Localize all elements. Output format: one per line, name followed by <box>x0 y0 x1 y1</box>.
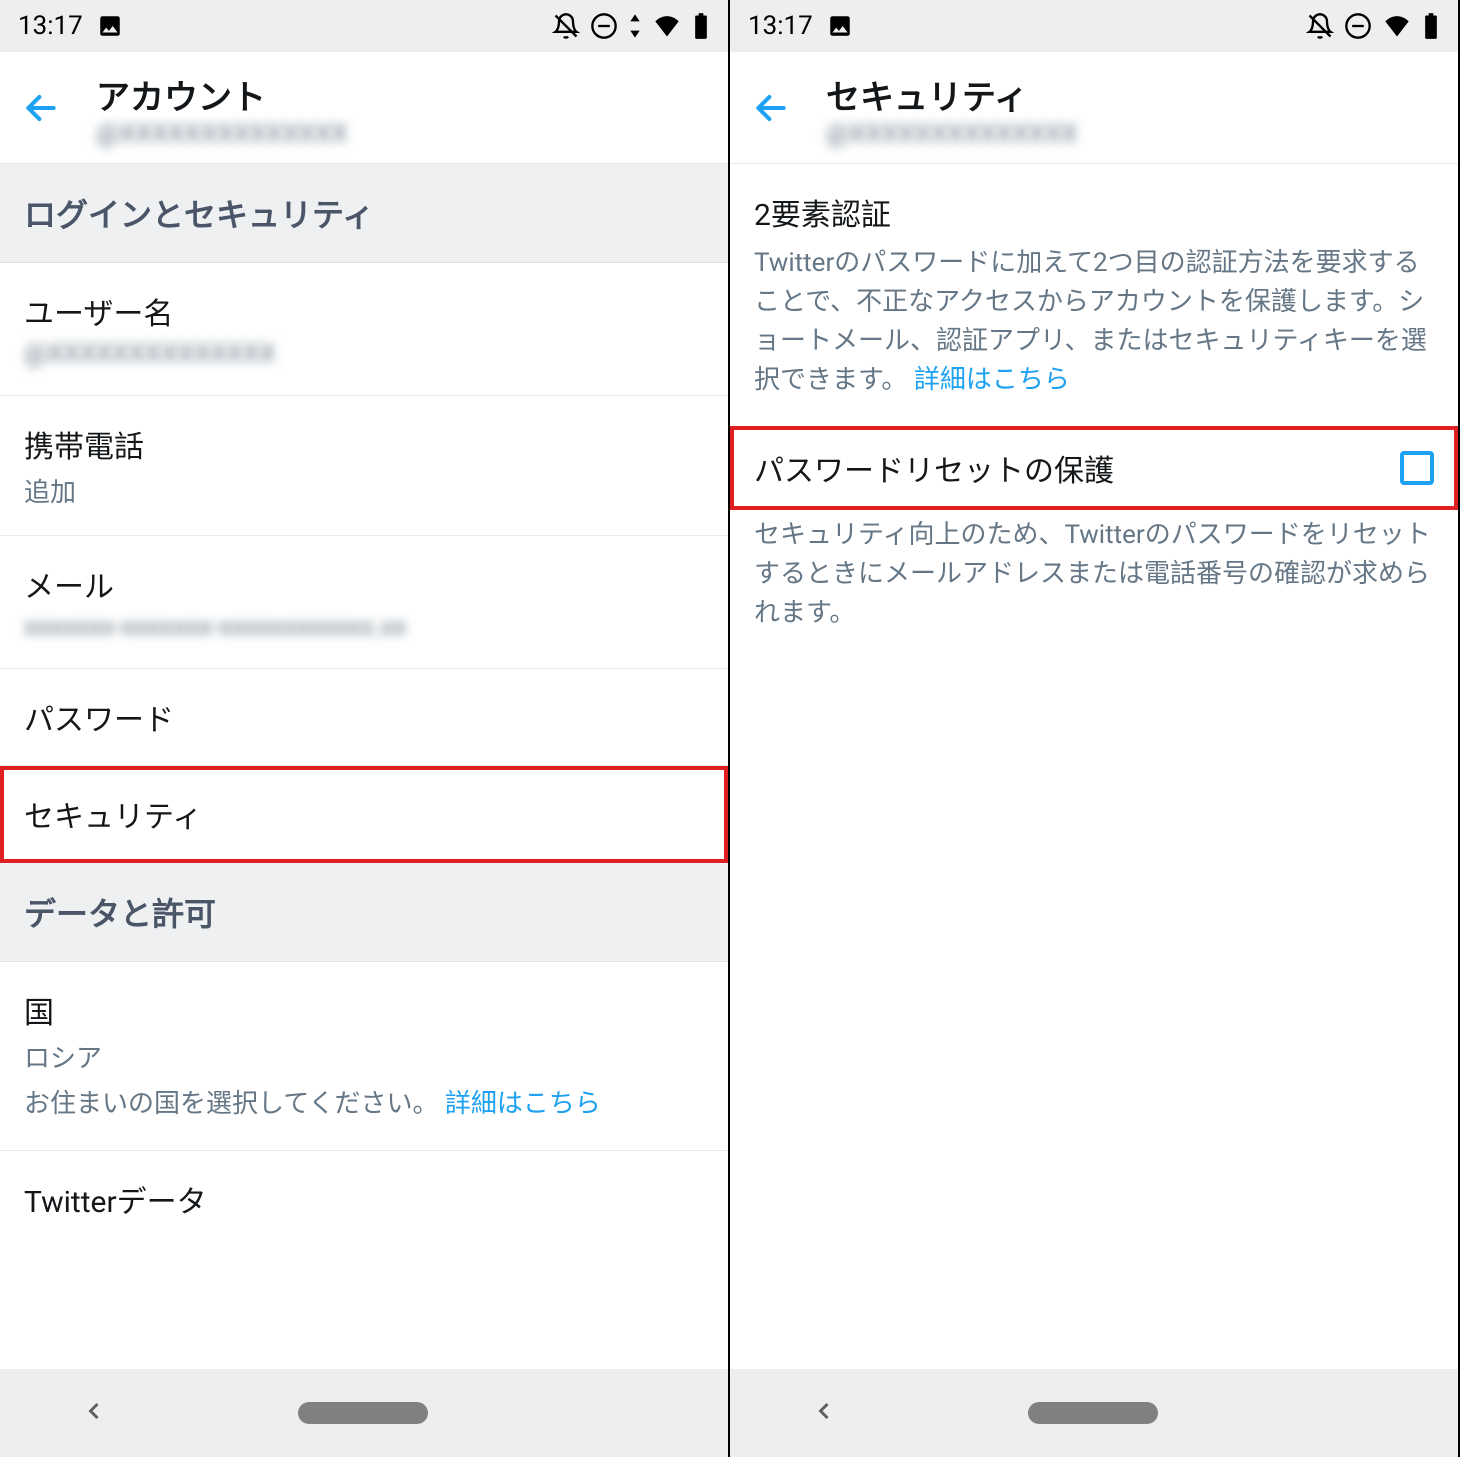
nav-home-pill[interactable] <box>1028 1402 1158 1424</box>
row-security[interactable]: セキュリティ <box>0 766 728 863</box>
back-button[interactable] <box>22 89 60 131</box>
row-country[interactable]: 国 ロシア お住まいの国を選択してください。 詳細はこちら <box>0 962 728 1151</box>
phone-security-screen: 13:17 セキュリティ @XXXXXXXXXXXXXX 2要素認証 Twitt… <box>730 0 1460 1457</box>
row-title: 携帯電話 <box>24 422 704 466</box>
row-phone[interactable]: 携帯電話 追加 <box>0 396 728 536</box>
battery-icon <box>692 12 710 40</box>
row-title: パスワード <box>24 695 704 739</box>
nav-back-button[interactable] <box>80 1397 108 1429</box>
app-header: アカウント @XXXXXXXXXXXXXX <box>0 52 728 164</box>
content-scroll: ログインとセキュリティ ユーザー名 @XXXXXXXXXXXXXX 携帯電話 追… <box>0 164 728 1457</box>
row-title: 国 <box>24 988 704 1032</box>
row-two-factor[interactable]: 2要素認証 Twitterのパスワードに加えて2つ目の認証方法を要求することで、… <box>730 164 1458 426</box>
battery-icon <box>1422 12 1440 40</box>
row-title: メール <box>24 562 704 606</box>
nav-back-button[interactable] <box>810 1397 838 1429</box>
row-title: 2要素認証 <box>754 190 1434 234</box>
image-icon <box>827 13 853 39</box>
status-time: 13:17 <box>18 11 83 41</box>
row-value: 追加 <box>24 472 704 509</box>
row-desc: お住まいの国を選択してください。 詳細はこちら <box>24 1085 704 1124</box>
account-handle: @XXXXXXXXXXXXXX <box>826 119 1078 149</box>
wifi-icon <box>1382 12 1412 40</box>
row-username[interactable]: ユーザー名 @XXXXXXXXXXXXXX <box>0 263 728 396</box>
content-scroll: 2要素認証 Twitterのパスワードに加えて2つ目の認証方法を要求することで、… <box>730 164 1458 1457</box>
account-handle: @XXXXXXXXXXXXXX <box>96 119 348 149</box>
learn-more-link[interactable]: 詳細はこちら <box>445 1089 601 1119</box>
row-value: ロシア <box>24 1038 704 1075</box>
image-icon <box>97 13 123 39</box>
row-title: ユーザー名 <box>24 289 704 333</box>
row-title: セキュリティ <box>24 792 704 836</box>
row-title: パスワードリセットの保護 <box>754 446 1114 490</box>
status-bar: 13:17 <box>0 0 728 52</box>
checkbox-password-reset[interactable] <box>1400 451 1434 485</box>
status-bar: 13:17 <box>730 0 1458 52</box>
status-time: 13:17 <box>748 11 813 41</box>
row-password-reset-protect[interactable]: パスワードリセットの保護 <box>730 426 1458 510</box>
row-value: @XXXXXXXXXXXXXX <box>24 339 704 369</box>
mute-icon <box>1306 12 1334 40</box>
row-desc: セキュリティ向上のため、Twitterのパスワードをリセットするときにメールアド… <box>754 516 1434 633</box>
android-nav-bar <box>730 1369 1458 1457</box>
wifi-icon <box>652 12 682 40</box>
row-desc: Twitterのパスワードに加えて2つ目の認証方法を要求することで、不正なアクセ… <box>754 244 1434 400</box>
row-password-reset-desc: セキュリティ向上のため、Twitterのパスワードをリセットするときにメールアド… <box>730 510 1458 659</box>
page-title: セキュリティ <box>826 70 1078 119</box>
row-value: xxxxxxx-xxxxxxx-xxxxxxxxxxxx.xx <box>24 612 704 642</box>
wifi-updown-icon <box>628 12 642 40</box>
dnd-icon <box>1344 12 1372 40</box>
app-header: セキュリティ @XXXXXXXXXXXXXX <box>730 52 1458 164</box>
dnd-icon <box>590 12 618 40</box>
nav-home-pill[interactable] <box>298 1402 428 1424</box>
phone-account-screen: 13:17 アカウント @XXXXXXXXXXXXXX ログインとセキュリティ … <box>0 0 730 1457</box>
page-title: アカウント <box>96 70 348 119</box>
row-title: Twitterデータ <box>24 1177 704 1221</box>
row-email[interactable]: メール xxxxxxx-xxxxxxx-xxxxxxxxxxxx.xx <box>0 536 728 669</box>
row-twitter-data[interactable]: Twitterデータ <box>0 1151 728 1247</box>
section-login-security: ログインとセキュリティ <box>0 164 728 263</box>
section-data-permissions: データと許可 <box>0 863 728 962</box>
learn-more-link[interactable]: 詳細はこちら <box>914 365 1070 395</box>
android-nav-bar <box>0 1369 728 1457</box>
row-password[interactable]: パスワード <box>0 669 728 766</box>
back-button[interactable] <box>752 89 790 131</box>
mute-icon <box>552 12 580 40</box>
